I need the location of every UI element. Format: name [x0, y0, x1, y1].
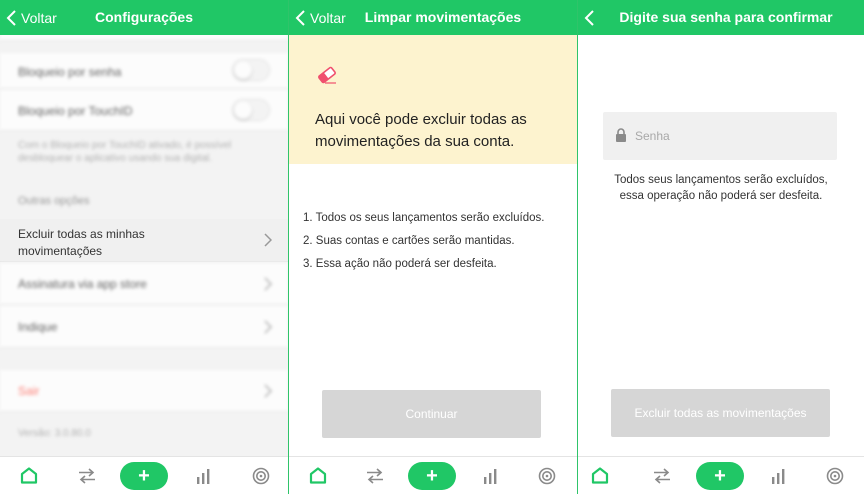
tab-transfers[interactable]	[647, 457, 677, 494]
tab-reports[interactable]	[475, 457, 505, 494]
tab-goals[interactable]	[820, 457, 850, 494]
target-icon	[538, 467, 556, 484]
password-input[interactable]	[635, 112, 830, 160]
transfer-icon	[79, 467, 95, 484]
tab-reports[interactable]	[188, 457, 218, 494]
settings-row-lock-password[interactable]: Bloqueio por senha	[0, 53, 288, 89]
target-icon	[826, 467, 844, 484]
add-button[interactable]: +	[696, 461, 744, 490]
plus-icon: +	[714, 464, 726, 487]
tab-add[interactable]: +	[120, 457, 168, 494]
home-icon	[20, 467, 38, 484]
settings-row-referral[interactable]: Indique	[0, 306, 288, 348]
chart-icon	[484, 468, 497, 484]
lock-password-label: Bloqueio por senha	[18, 65, 122, 79]
transfer-icon	[367, 467, 383, 484]
password-field[interactable]	[603, 112, 837, 160]
referral-label: Indique	[18, 320, 58, 334]
home-icon	[591, 467, 609, 484]
tab-goals[interactable]	[532, 457, 562, 494]
chevron-right-icon	[264, 384, 272, 398]
info-box: Aqui você pode excluir todas as moviment…	[289, 35, 577, 164]
tab-home[interactable]	[14, 457, 44, 494]
chart-icon	[197, 468, 210, 484]
tab-home[interactable]	[585, 457, 615, 494]
tab-add[interactable]: +	[696, 457, 744, 494]
add-button[interactable]: +	[408, 461, 456, 490]
lock-password-toggle[interactable]	[232, 59, 270, 81]
chevron-right-icon	[264, 233, 272, 247]
warning-text: Todos seus lançamentos serão excluídos, …	[614, 174, 828, 202]
chevron-left-icon	[295, 9, 305, 26]
other-options-title: Outras opções	[18, 195, 90, 207]
tab-transfers[interactable]	[360, 457, 390, 494]
chevron-left-icon	[6, 9, 16, 26]
chevron-left-icon	[584, 9, 594, 26]
tab-goals[interactable]	[246, 457, 276, 494]
list-item: 2. Suas contas e cartões serão mantidas.	[303, 235, 515, 247]
delete-all-button[interactable]: Excluir todas as movimentações	[611, 389, 830, 437]
settings-row-lock-touchid[interactable]: Bloqueio por TouchID	[0, 90, 288, 131]
tab-transfers[interactable]	[72, 457, 102, 494]
header: Voltar Limpar movimentações	[289, 0, 577, 35]
transfer-icon	[654, 467, 670, 484]
home-icon	[309, 467, 327, 484]
lock-touchid-toggle[interactable]	[232, 99, 270, 121]
tab-reports[interactable]	[763, 457, 793, 494]
back-button[interactable]: Voltar	[295, 0, 346, 35]
version-label: Versão: 3.0.80.0	[18, 428, 91, 439]
delete-all-label: Excluir todas as minhas movimentações	[18, 227, 145, 258]
back-button[interactable]	[584, 0, 599, 35]
list-item: 1. Todos os seus lançamentos serão exclu…	[303, 212, 545, 224]
steps-list: 1. Todos os seus lançamentos serão exclu…	[303, 210, 565, 279]
settings-list: Bloqueio por senha Bloqueio por TouchID …	[0, 25, 288, 456]
header: Voltar Configurações	[0, 0, 288, 35]
back-button[interactable]: Voltar	[6, 0, 57, 35]
confirm-password-panel: Digite sua senha para confirmar Todos se…	[578, 0, 864, 494]
list-item: 3. Essa ação não poderá ser desfeita.	[303, 258, 497, 270]
settings-row-delete-all[interactable]: Excluir todas as minhas movimentações	[0, 219, 288, 262]
logout-label: Sair	[18, 384, 40, 398]
header: Digite sua senha para confirmar	[578, 0, 864, 35]
plus-icon: +	[426, 464, 438, 487]
lock-help-text: Com o Bloqueio por TouchID ativado, é po…	[18, 140, 232, 164]
chart-icon	[772, 468, 785, 484]
lock-icon	[616, 128, 626, 142]
back-label: Voltar	[310, 9, 346, 26]
back-label: Voltar	[21, 9, 57, 26]
eraser-icon	[318, 66, 336, 84]
settings-row-subscription[interactable]: Assinatura via app store	[0, 263, 288, 305]
continue-button[interactable]: Continuar	[322, 390, 541, 438]
tab-home[interactable]	[303, 457, 333, 494]
tab-bar: +	[289, 456, 577, 494]
chevron-right-icon	[264, 277, 272, 291]
settings-panel: Bloqueio por senha Bloqueio por TouchID …	[0, 0, 288, 494]
intro-text: Aqui você pode excluir todas as moviment…	[315, 111, 527, 150]
target-icon	[252, 467, 270, 484]
tab-bar: +	[0, 456, 288, 494]
lock-touchid-label: Bloqueio por TouchID	[18, 104, 133, 118]
add-button[interactable]: +	[120, 461, 168, 490]
tab-bar: +	[578, 456, 864, 494]
chevron-right-icon	[264, 320, 272, 334]
tab-add[interactable]: +	[408, 457, 456, 494]
page-title: Digite sua senha para confirmar	[619, 9, 833, 25]
plus-icon: +	[138, 464, 150, 487]
subscription-label: Assinatura via app store	[18, 277, 147, 291]
settings-row-logout[interactable]: Sair	[0, 370, 288, 412]
clear-transactions-panel: Voltar Limpar movimentações Aqui você po…	[289, 0, 577, 494]
